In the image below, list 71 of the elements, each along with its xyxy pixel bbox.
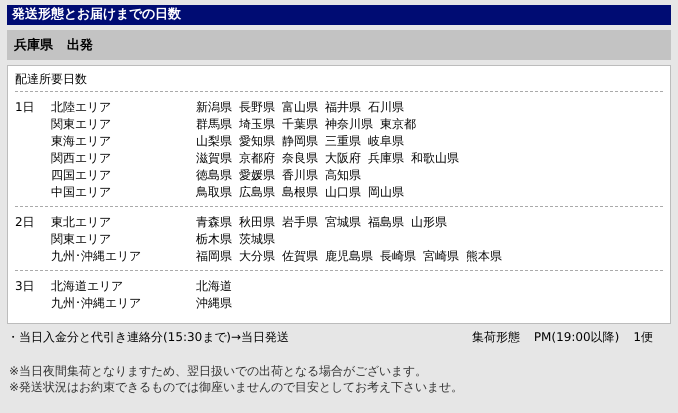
prefecture: 岐阜県	[368, 133, 404, 150]
prefecture: 栃木県	[196, 231, 232, 248]
prefecture: 愛媛県	[239, 167, 275, 184]
prefecture: 岡山県	[368, 184, 404, 201]
prefecture: 福岡県	[196, 248, 232, 265]
area-name: 北陸エリア	[51, 99, 112, 116]
prefecture: 山口県	[325, 184, 361, 201]
prefecture: 埼玉県	[239, 116, 275, 133]
prefecture: 長野県	[239, 99, 275, 116]
area-name: 九州･沖縄エリア	[51, 295, 142, 312]
area-name: 中国エリア	[51, 184, 112, 201]
origin-prefecture: 兵庫県	[14, 36, 53, 54]
prefecture: 滋賀県	[196, 150, 232, 167]
section-title: 発送形態とお届けまでの日数	[7, 5, 671, 25]
pickup-time: PM(19:00以降)	[534, 329, 620, 345]
prefecture: 高知県	[325, 167, 361, 184]
prefecture: 三重県	[325, 133, 361, 150]
prefecture: 広島県	[239, 184, 275, 201]
shipping-condition: ・当日入金分と代引き連絡分(15:30まで)→当日発送	[7, 329, 289, 345]
delivery-heading: 配達所要日数	[15, 70, 663, 92]
prefecture: 千葉県	[282, 116, 318, 133]
prefecture: 宮城県	[325, 214, 361, 231]
prefecture: 熊本県	[466, 248, 502, 265]
pickup-count: 1便	[633, 329, 653, 345]
area-name: 東海エリア	[51, 133, 112, 150]
note: ※発送状況はお約束できるものでは御座いませんので目安としてお考え下さいませ。	[9, 379, 464, 395]
area-name: 関西エリア	[51, 150, 112, 167]
prefecture: 宮崎県	[423, 248, 459, 265]
prefecture: 香川県	[282, 167, 318, 184]
prefecture: 福井県	[325, 99, 361, 116]
prefecture: 長崎県	[380, 248, 416, 265]
prefecture: 岩手県	[282, 214, 318, 231]
area-name: 関東エリア	[51, 116, 112, 133]
prefecture: 青森県	[196, 214, 232, 231]
delivery-days: 1日	[15, 99, 51, 201]
area-name: 東北エリア	[51, 214, 112, 231]
prefecture: 富山県	[282, 99, 318, 116]
prefecture: 北海道	[196, 278, 232, 295]
prefecture: 群馬県	[196, 116, 232, 133]
prefecture: 茨城県	[239, 231, 275, 248]
prefecture: 大分県	[239, 248, 275, 265]
origin-label: 出発	[67, 37, 93, 54]
prefecture: 和歌山県	[411, 150, 459, 167]
prefecture: 石川県	[368, 99, 404, 116]
area-name: 関東エリア	[51, 231, 112, 248]
prefecture: 山梨県	[196, 133, 232, 150]
prefecture: 愛知県	[239, 133, 275, 150]
prefecture: 京都府	[239, 150, 275, 167]
prefecture: 沖縄県	[196, 295, 232, 312]
prefecture: 佐賀県	[282, 248, 318, 265]
delivery-days: 3日	[15, 278, 51, 312]
prefecture: 島根県	[282, 184, 318, 201]
prefecture: 徳島県	[196, 167, 232, 184]
prefecture: 神奈川県	[325, 116, 373, 133]
prefecture: 大阪府	[325, 150, 361, 167]
area-name: 北海道エリア	[51, 278, 124, 295]
prefecture: 山形県	[411, 214, 447, 231]
note: ※当日夜間集荷となりますため、翌日扱いでの出荷となる場合がございます。	[9, 363, 428, 379]
prefecture: 鳥取県	[196, 184, 232, 201]
prefecture: 静岡県	[282, 133, 318, 150]
area-name: 四国エリア	[51, 167, 112, 184]
delivery-days: 2日	[15, 214, 51, 265]
prefecture: 奈良県	[282, 150, 318, 167]
prefecture: 秋田県	[239, 214, 275, 231]
pickup-label: 集荷形態	[472, 329, 520, 345]
prefecture: 兵庫県	[368, 150, 404, 167]
prefecture: 新潟県	[196, 99, 232, 116]
area-name: 九州･沖縄エリア	[51, 248, 142, 265]
prefecture: 福島県	[368, 214, 404, 231]
prefecture: 東京都	[380, 116, 416, 133]
prefecture: 鹿児島県	[325, 248, 373, 265]
